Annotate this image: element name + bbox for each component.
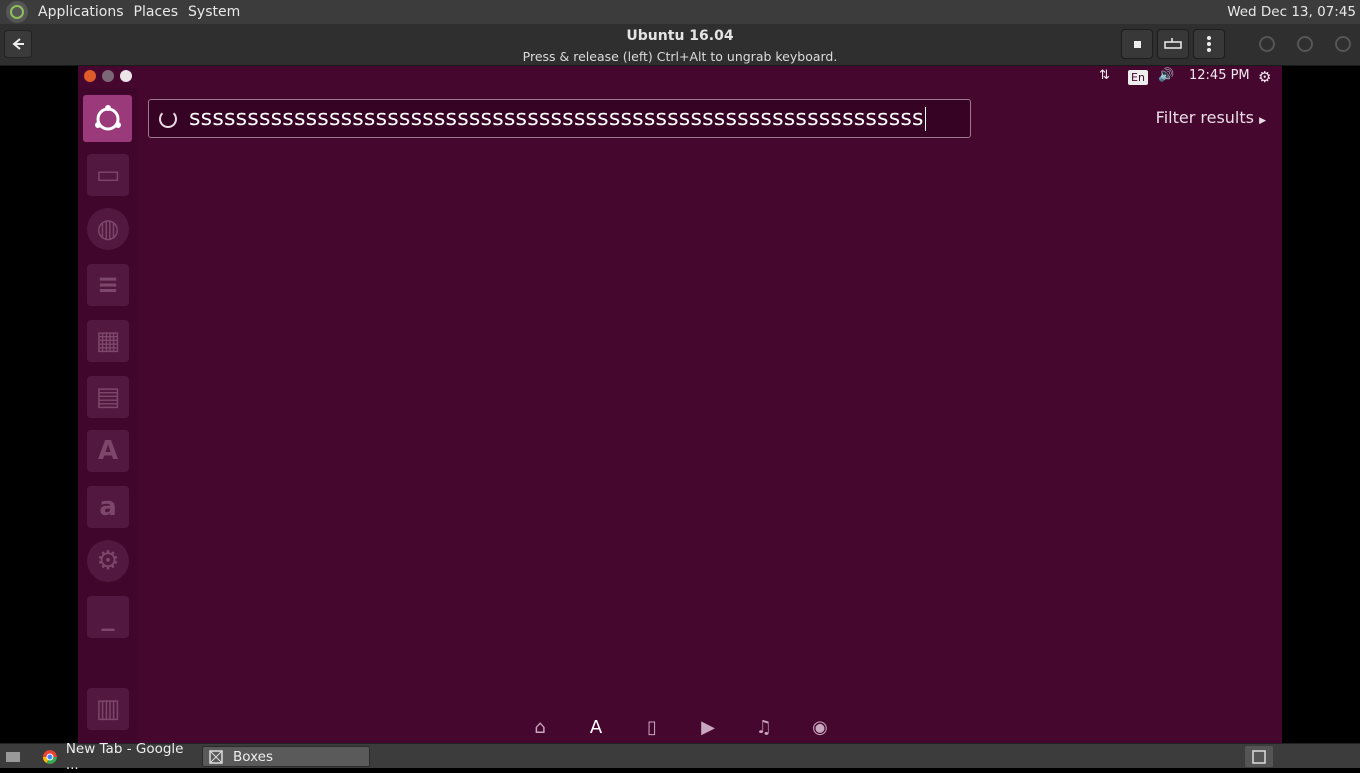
stop-icon	[1134, 41, 1141, 48]
dash-scope-bar: ⌂ A ▯ ▶ ♫ ◉	[78, 706, 1282, 743]
menu-places[interactable]: Places	[134, 4, 179, 20]
boxes-header-bar: Ubuntu 16.04 Press & release (left) Ctrl…	[0, 24, 1360, 66]
ubuntu-logo-icon	[94, 104, 121, 130]
firefox-icon[interactable]: ◍	[87, 208, 129, 250]
desktop-icon	[6, 751, 20, 762]
files-lens-icon[interactable]: ▯	[640, 715, 664, 739]
filter-results-toggle[interactable]: Filter results ▶	[1156, 108, 1266, 127]
mate-logo-icon[interactable]	[6, 1, 28, 23]
video-lens-icon[interactable]: ▶	[696, 715, 720, 739]
vm-clock[interactable]: 12:45 PM	[1189, 68, 1250, 83]
taskbar-item-boxes[interactable]: Boxes	[202, 746, 370, 767]
applications-lens-icon[interactable]: A	[584, 715, 608, 739]
filter-results-label: Filter results	[1155, 108, 1254, 127]
unity-launcher: ▭ ◍ ≡ ▦ ▤ A a ⚙ _ ▥	[78, 88, 138, 743]
host-clock[interactable]: Wed Dec 13, 07:45	[1227, 4, 1356, 20]
terminal-icon[interactable]: _	[87, 596, 129, 638]
ubuntu-dash-button[interactable]	[83, 95, 132, 142]
host-top-panel: Applications Places System Wed Dec 13, 0…	[0, 0, 1360, 24]
files-icon[interactable]: ▭	[87, 154, 129, 196]
amazon-icon[interactable]: a	[87, 486, 129, 528]
dash-search-field[interactable]: ssssssssssssssssssssssssssssssssssssssss…	[148, 99, 971, 138]
vm-display[interactable]: ⇅ En 🔊 12:45 PM ⚙ ▭ ◍ ≡ ▦ ▤ A a ⚙ _ ▥ ss…	[78, 66, 1282, 743]
keyboard-button[interactable]	[1157, 29, 1189, 59]
maximize-window-icon[interactable]	[1297, 36, 1313, 52]
more-vertical-icon	[1207, 36, 1211, 52]
music-lens-icon[interactable]: ♫	[752, 715, 776, 739]
text-caret	[924, 107, 926, 131]
home-lens-icon[interactable]: ⌂	[528, 715, 552, 739]
calc-icon[interactable]: ▦	[87, 320, 129, 362]
boxes-icon	[209, 749, 223, 764]
triangle-right-icon: ▶	[1259, 116, 1266, 126]
photos-lens-icon[interactable]: ◉	[808, 715, 832, 739]
dash-maximize-icon[interactable]	[120, 70, 132, 82]
workspace-icon	[1252, 749, 1266, 764]
dash-close-icon[interactable]	[84, 70, 96, 82]
menu-applications[interactable]: Applications	[38, 4, 124, 20]
unity-top-panel: ⇅ En 🔊 12:45 PM ⚙	[78, 66, 1282, 88]
show-desktop-button[interactable]	[2, 746, 24, 767]
dash-minimize-icon[interactable]	[102, 70, 114, 82]
search-input[interactable]: ssssssssssssssssssssssssssssssssssssssss…	[189, 106, 959, 131]
search-spinner-icon	[159, 109, 177, 128]
volume-icon[interactable]: 🔊	[1158, 68, 1174, 83]
network-icon[interactable]: ⇅	[1099, 68, 1110, 83]
host-taskbar: New Tab - Google ... Boxes	[0, 741, 1360, 773]
impress-icon[interactable]: ▤	[87, 376, 129, 418]
menu-system[interactable]: System	[188, 4, 240, 20]
keyboard-icon	[1164, 38, 1182, 49]
settings-gear-icon[interactable]: ⚙	[1258, 68, 1271, 86]
keyboard-layout-indicator[interactable]: En	[1128, 70, 1148, 85]
software-center-icon[interactable]: A	[87, 430, 129, 472]
system-settings-icon[interactable]: ⚙	[87, 540, 129, 582]
close-window-icon[interactable]	[1335, 36, 1351, 52]
window-title: Ubuntu 16.04	[626, 28, 734, 44]
taskbar-item-label: Boxes	[233, 748, 274, 765]
workspace-switcher[interactable]	[1245, 746, 1273, 767]
writer-icon[interactable]: ≡	[87, 264, 129, 306]
chrome-icon	[42, 749, 57, 764]
more-options-button[interactable]	[1193, 29, 1225, 59]
window-subtitle: Press & release (left) Ctrl+Alt to ungra…	[522, 49, 838, 64]
minimize-window-icon[interactable]	[1259, 36, 1275, 52]
taskbar-item-chrome[interactable]: New Tab - Google ...	[36, 741, 199, 773]
search-input-value[interactable]: ssssssssssssssssssssssssssssssssssssssss…	[189, 106, 924, 131]
stop-button[interactable]	[1121, 29, 1153, 59]
